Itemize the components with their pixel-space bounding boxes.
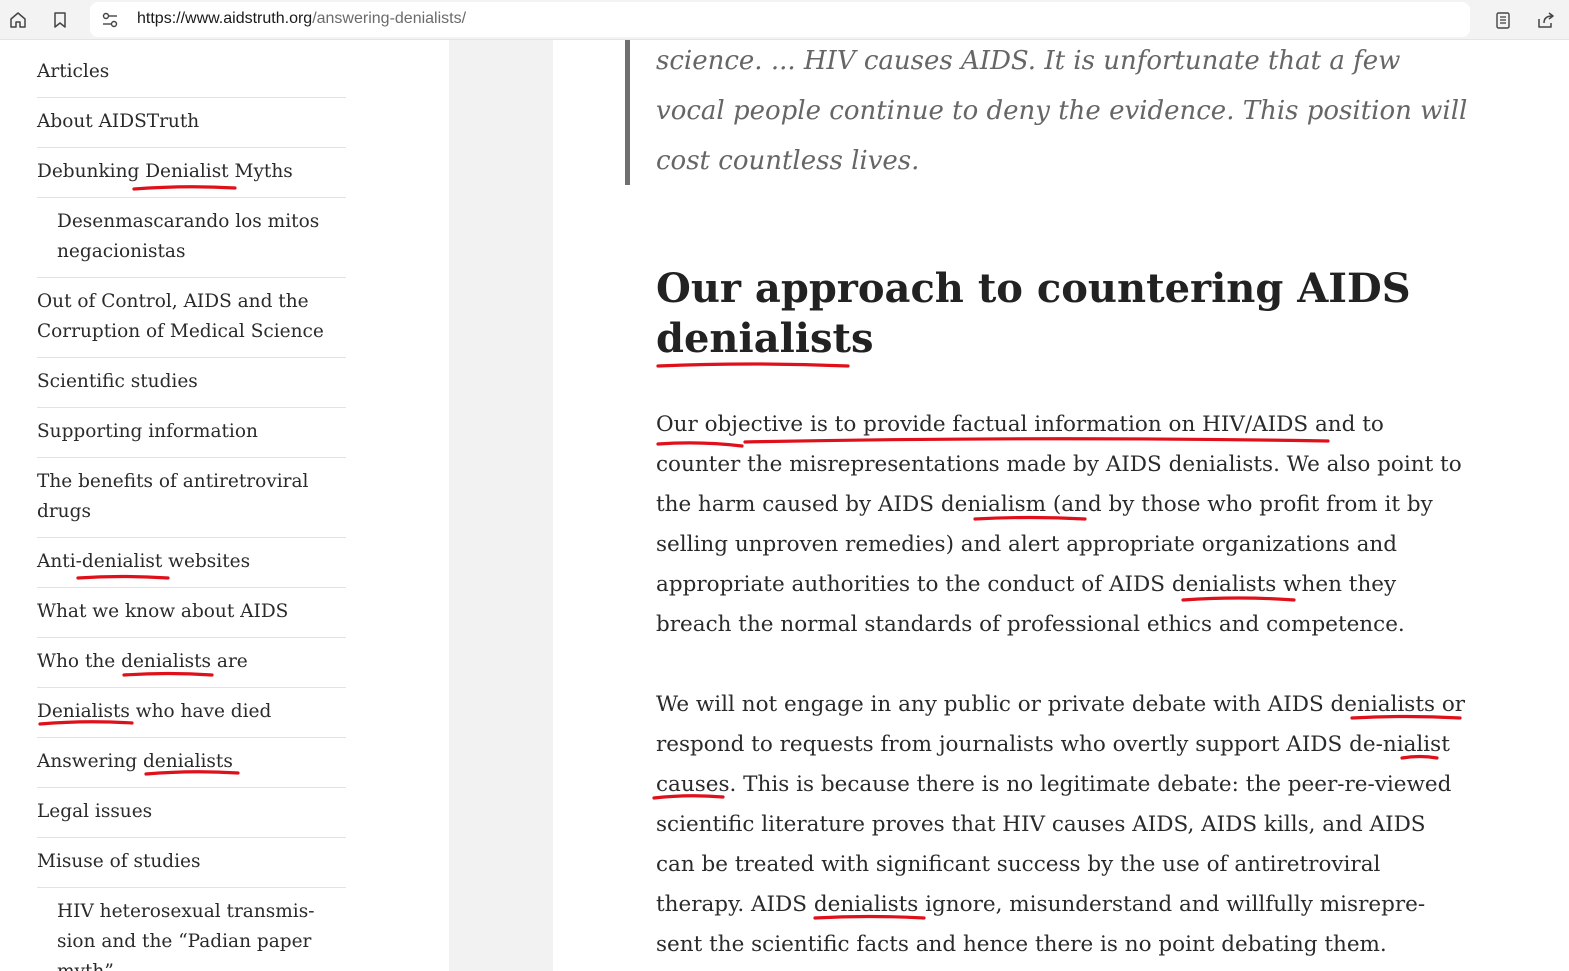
sidebar-item-out-of-control[interactable]: Out of Control, AIDS and the Corruption … <box>37 278 346 358</box>
url-path: /answering-denialists/ <box>312 10 467 27</box>
section-heading: Our approach to countering AIDS denialis… <box>656 265 1411 362</box>
page-gutter <box>449 40 553 971</box>
blockquote: science. ... HIV causes AIDS. It is unfo… <box>656 46 1468 176</box>
paragraph-objective: Our objective is to provide factual info… <box>656 412 1462 637</box>
paragraph-no-debate: We will not engage in any public or priv… <box>656 692 1466 957</box>
sidebar-item-anti-denialist-websites[interactable]: Anti-denialist websites <box>37 538 346 588</box>
sidebar-nav: Articles About AIDSTruth Debunking Denia… <box>37 48 346 971</box>
sidebar-item-supporting-information[interactable]: Supporting information <box>37 408 346 458</box>
sidebar-item-antiretroviral-benefits[interactable]: The benefits of antiretroviral drugs <box>37 458 346 538</box>
sidebar-item-answering-denialists[interactable]: Answering denialists <box>37 738 346 788</box>
sidebar-item-denialists-who-died[interactable]: Denialists who have died <box>37 688 346 738</box>
sidebar-item-legal-issues[interactable]: Legal issues <box>37 788 346 838</box>
home-icon[interactable] <box>4 6 32 34</box>
share-icon[interactable] <box>1532 6 1560 34</box>
browser-toolbar: https://www.aidstruth.org/answering-deni… <box>0 0 1569 40</box>
url-host: https://www.aidstruth.org <box>137 10 313 27</box>
reader-mode-icon[interactable] <box>1489 6 1517 34</box>
site-settings-icon[interactable] <box>100 10 120 30</box>
sidebar-item-what-we-know[interactable]: What we know about AIDS <box>37 588 346 638</box>
sidebar-item-about[interactable]: About AIDSTruth <box>37 98 346 148</box>
sidebar-item-who-denialists-are[interactable]: Who the denialists are <box>37 638 346 688</box>
sidebar-item-debunking-myths[interactable]: Debunking Denialist Myths <box>37 148 346 198</box>
sidebar: Articles About AIDSTruth Debunking Denia… <box>0 40 449 971</box>
bookmark-icon[interactable] <box>46 6 74 34</box>
address-bar[interactable]: https://www.aidstruth.org/answering-deni… <box>90 2 1470 37</box>
sidebar-item-scientific-studies[interactable]: Scientific studies <box>37 358 346 408</box>
sidebar-item-padian-paper[interactable]: HIV heterosexual transmis-sion and the “… <box>37 888 346 971</box>
url-text[interactable]: https://www.aidstruth.org/answering-deni… <box>137 10 466 28</box>
main-content: science. ... HIV causes AIDS. It is unfo… <box>553 40 1569 971</box>
sidebar-item-misuse-of-studies[interactable]: Misuse of studies <box>37 838 346 888</box>
sidebar-item-desenmascarando[interactable]: Desenmascarando los mitos negacionistas <box>37 198 346 278</box>
sidebar-item-articles[interactable]: Articles <box>37 48 346 98</box>
blockquote-bar <box>625 40 630 185</box>
